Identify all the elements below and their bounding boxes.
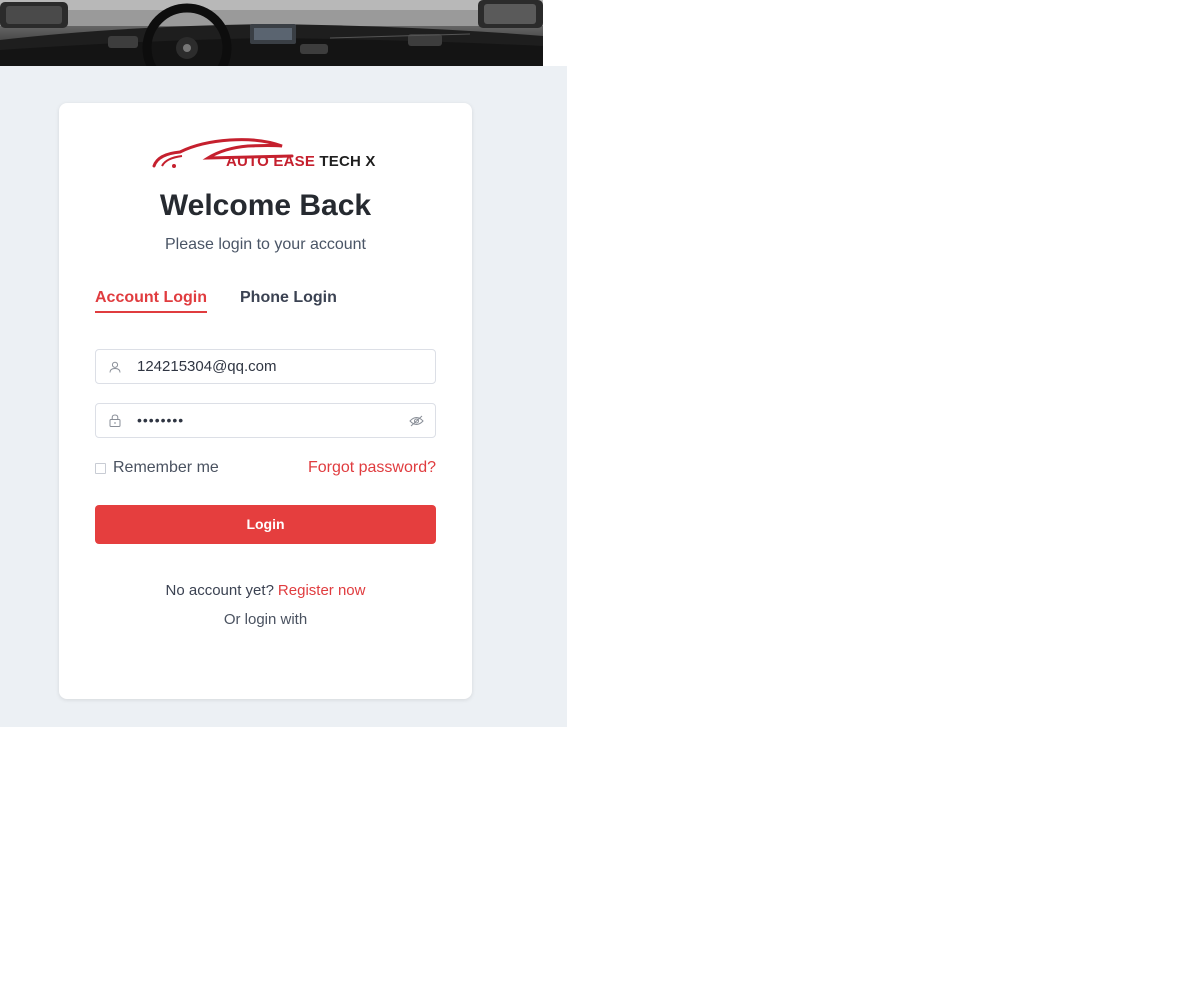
brand-name-part1: AUTO EASE (226, 153, 316, 170)
login-page: AUTO EASE TECH X Welcome Back Please log… (0, 0, 1193, 992)
register-prompt: No account yet? Register now (59, 582, 472, 599)
remember-me[interactable]: Remember me (95, 459, 219, 477)
page-title: Welcome Back (159, 189, 372, 222)
car-interior-image (0, 0, 543, 66)
hero-banner (0, 0, 543, 66)
password-field[interactable]: •••••••• (95, 403, 436, 438)
tab-phone-login[interactable]: Phone Login (240, 289, 337, 311)
tab-account-login[interactable]: Account Login (95, 289, 207, 313)
alt-login-label: Or login with (223, 611, 308, 628)
brand-logo: AUTO EASE TECH X (152, 136, 382, 176)
password-value[interactable]: •••••••• (137, 404, 184, 437)
eye-off-icon[interactable] (397, 404, 435, 437)
register-prompt-text: No account yet? (165, 582, 274, 599)
lock-icon (96, 404, 134, 437)
remember-label: Remember me (113, 459, 219, 476)
brand-name: AUTO EASE TECH X (226, 153, 376, 170)
email-value[interactable]: 124215304@qq.com (137, 350, 277, 383)
brand-name-part2: TECH X (319, 153, 376, 170)
login-button[interactable]: Login (95, 505, 436, 544)
forgot-password-link[interactable]: Forgot password? (308, 459, 436, 477)
remember-checkbox[interactable] (95, 462, 106, 474)
login-card: AUTO EASE TECH X Welcome Back Please log… (59, 103, 472, 699)
email-field[interactable]: 124215304@qq.com (95, 349, 436, 384)
register-link[interactable]: Register now (278, 582, 366, 599)
user-icon (96, 350, 134, 383)
page-subtitle: Please login to your account (164, 236, 366, 253)
login-panel: AUTO EASE TECH X Welcome Back Please log… (0, 66, 567, 727)
